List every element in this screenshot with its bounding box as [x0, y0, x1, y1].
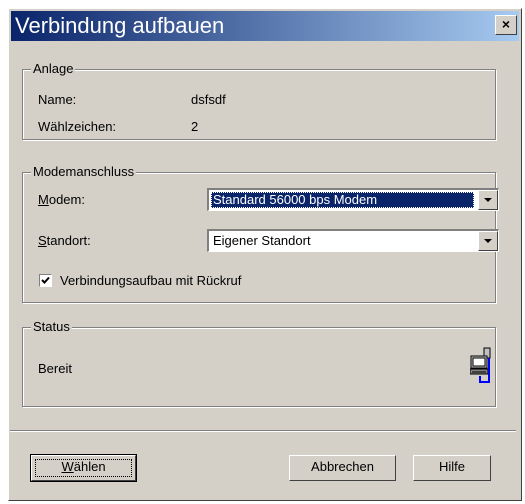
help-button[interactable]: Hilfe [413, 455, 491, 481]
group-modem-legend: Modemanschluss [31, 164, 137, 180]
chevron-down-icon[interactable] [478, 231, 498, 251]
close-button[interactable]: × [495, 15, 517, 35]
title-bar[interactable]: Verbindung aufbauen × [11, 11, 519, 41]
dial-button[interactable]: Wählen [30, 454, 137, 482]
button-separator [10, 430, 516, 432]
group-status-legend: Status [31, 319, 72, 335]
close-icon: × [501, 16, 511, 32]
modem-label: Modem: [38, 192, 85, 207]
location-select-value: Eigener Standort [213, 233, 311, 248]
group-status: Status [22, 319, 496, 407]
modem-select[interactable]: Standard 56000 bps Modem [207, 188, 499, 211]
location-select[interactable]: Eigener Standort [207, 229, 499, 252]
network-computer-icon [470, 347, 491, 383]
chevron-down-icon[interactable] [478, 190, 498, 210]
cancel-button[interactable]: Abbrechen [289, 455, 396, 481]
name-value: dsfsdf [191, 92, 226, 107]
help-button-label: Hilfe [438, 459, 465, 474]
modem-select-value: Standard 56000 bps Modem [211, 192, 474, 208]
status-text: Bereit [38, 361, 72, 376]
name-label: Name: [38, 92, 77, 107]
group-anlage-legend: Anlage [31, 61, 76, 77]
location-label: Standort: [38, 233, 91, 248]
dial-tone-value: 2 [191, 119, 199, 134]
cancel-button-label: Abbrechen [311, 459, 374, 474]
dial-tone-label: Wählzeichen: [38, 119, 117, 134]
callback-label[interactable]: Verbindungsaufbau mit Rückruf [60, 273, 241, 289]
window-title: Verbindung aufbauen [15, 13, 225, 38]
callback-checkbox[interactable] [39, 274, 52, 287]
checkmark-icon [41, 276, 50, 284]
